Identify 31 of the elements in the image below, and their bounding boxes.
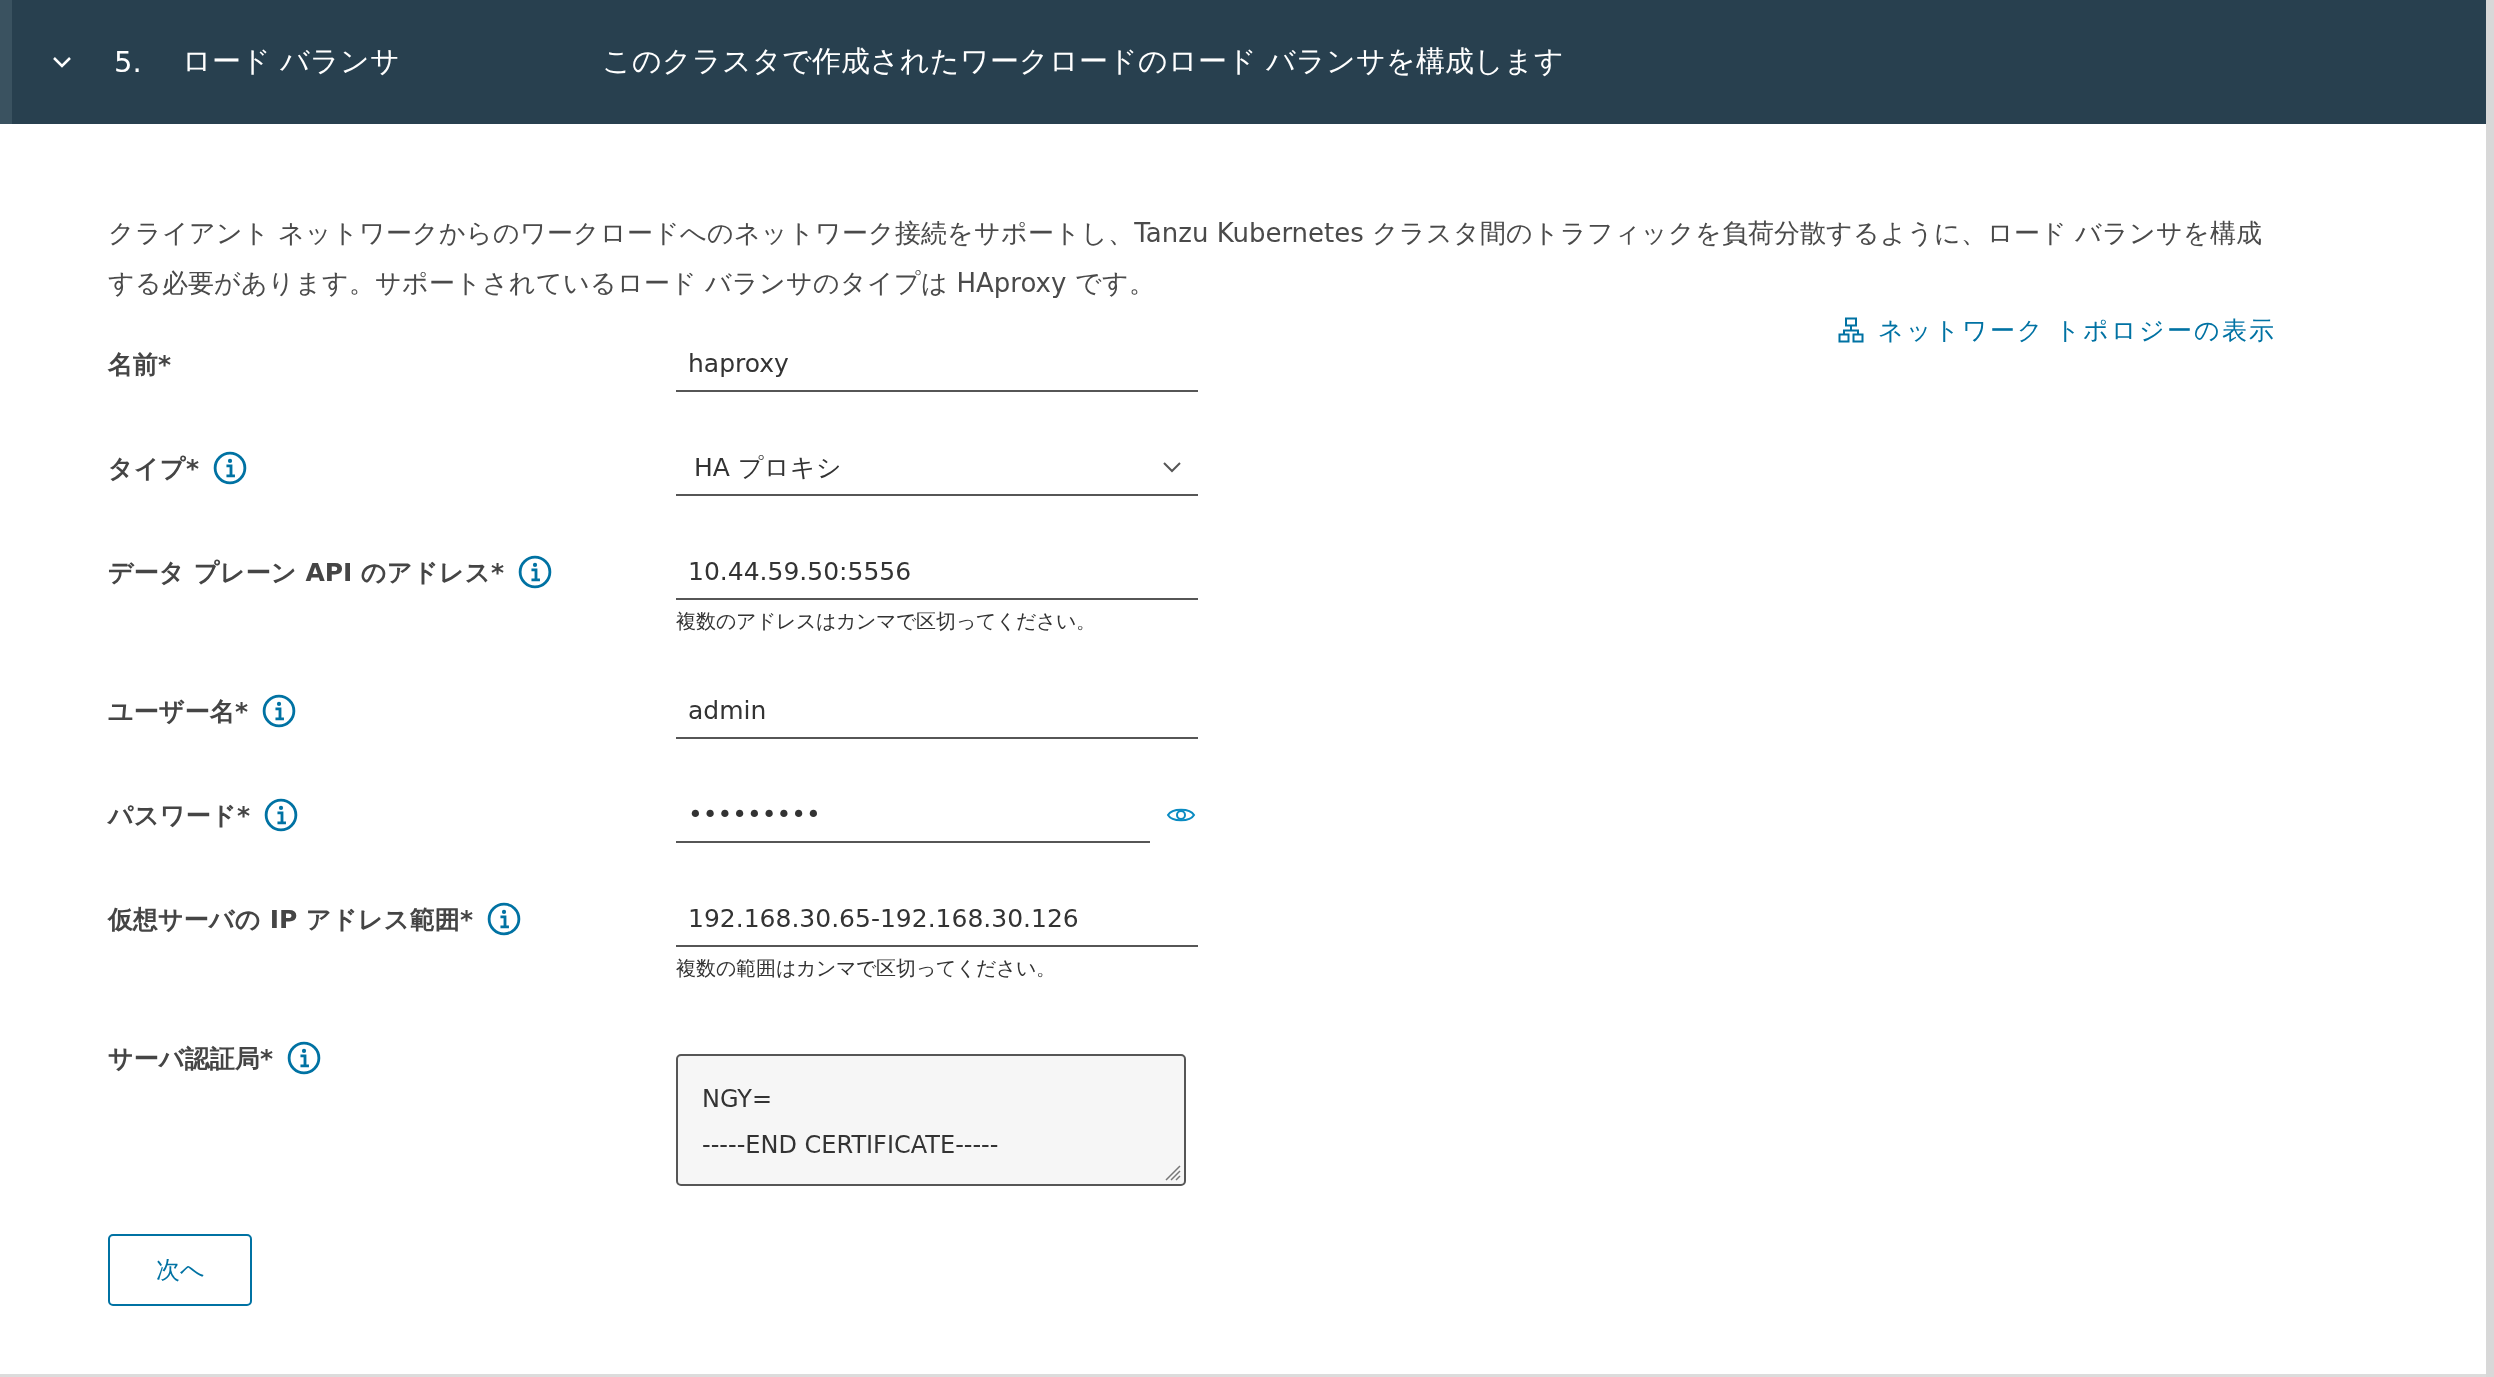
next-button[interactable]: 次へ xyxy=(108,1234,252,1306)
step-title: ロード バランサ xyxy=(182,43,402,80)
description-text: クライアント ネットワークからのワークロードへのネットワーク接続をサポートし、Tanzu Kubernetes クラスタ間のトラフィックを負荷分散するように、ロード バランサを構成する必要があります。サポートされているロード バランサのタイプは HAproxy です。 xyxy=(108,217,2264,300)
field-label: 名前* xyxy=(108,348,172,381)
info-icon[interactable] xyxy=(287,1041,322,1075)
field-label: データ プレーン API のアドレス* xyxy=(108,556,505,589)
password-field[interactable]: ••••••••• xyxy=(676,787,1150,843)
field-label: パスワード* xyxy=(108,799,251,832)
step-number: 5. xyxy=(114,45,143,79)
text-input-field[interactable]: haproxy xyxy=(676,336,1198,392)
helper-text: 複数のアドレスはカンマで区切ってください。 xyxy=(676,608,1097,635)
helper-text: 複数の範囲はカンマで区切ってください。 xyxy=(676,955,1057,982)
info-icon[interactable] xyxy=(518,555,553,589)
network-icon xyxy=(1838,317,1865,343)
field-label: タイプ* xyxy=(108,452,200,485)
info-icon[interactable] xyxy=(213,451,248,485)
field-label: ユーザー名* xyxy=(108,695,249,728)
text-input-field[interactable]: admin xyxy=(676,683,1198,739)
text-input-field[interactable]: 192.168.30.65-192.168.30.126 xyxy=(676,891,1198,947)
type-dropdown[interactable]: HA プロキシ xyxy=(676,440,1198,496)
field-label: サーバ認証局* xyxy=(108,1042,274,1075)
certificate-text-area[interactable]: NGY= -----END CERTIFICATE----- xyxy=(676,1054,1186,1186)
network-topology-link[interactable]: ネットワーク トポロジーの表示 xyxy=(1838,302,2276,358)
info-icon[interactable] xyxy=(264,798,299,832)
field-label: 仮想サーバの IP アドレス範囲* xyxy=(108,903,474,936)
info-icon[interactable] xyxy=(262,694,297,728)
text-input-field[interactable]: 10.44.59.50:5556 xyxy=(676,544,1198,600)
chevron-down-icon xyxy=(1162,461,1182,473)
info-icon[interactable] xyxy=(487,902,522,936)
chevron-icon xyxy=(52,56,72,68)
step-summary: このクラスタで作成されたワークロードのロード バランサを構成します xyxy=(602,43,1565,80)
